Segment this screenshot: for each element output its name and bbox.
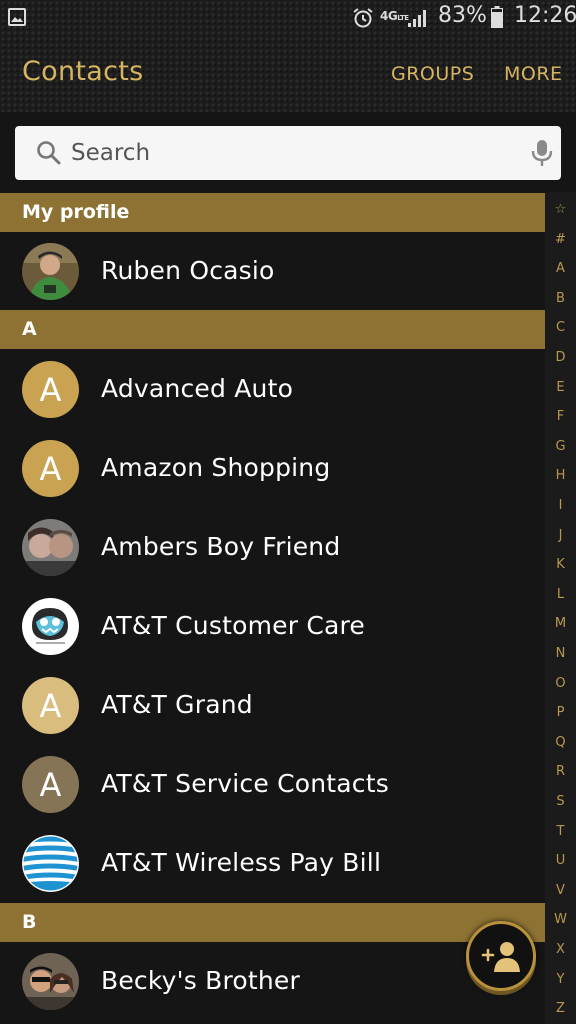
index-letter[interactable]: T <box>545 824 576 839</box>
index-letter[interactable]: G <box>545 439 576 454</box>
section-header-my-profile: My profile <box>0 193 545 232</box>
status-bar: 4GLTE 83% 12:26 <box>0 0 576 36</box>
more-button[interactable]: MORE <box>504 63 563 85</box>
index-letter[interactable]: W <box>545 912 576 927</box>
index-letter[interactable]: C <box>545 320 576 335</box>
contact-name: Amazon Shopping <box>101 453 331 482</box>
contact-row[interactable]: A AT&T Grand <box>0 666 545 744</box>
alphabet-index-bar[interactable]: ☆ # A B C D E F G H I J K L M N O P Q R S T U V W X Y Z <box>545 192 576 1024</box>
index-letter[interactable]: X <box>545 942 576 957</box>
avatar <box>22 598 79 655</box>
search-bar[interactable] <box>15 126 561 180</box>
alarm-icon <box>353 8 373 28</box>
app-header: 4GLTE 83% 12:26 Contacts GROUPS MORE <box>0 0 576 112</box>
index-letter[interactable]: M <box>545 616 576 631</box>
contact-row[interactable]: Ruben Ocasio <box>0 232 545 310</box>
contact-name: AT&T Service Contacts <box>101 769 389 798</box>
index-letter[interactable]: Y <box>545 972 576 987</box>
section-header-b: B <box>0 903 545 942</box>
avatar <box>22 519 79 576</box>
section-header-a: A <box>0 310 545 349</box>
add-contact-button[interactable] <box>466 921 536 991</box>
index-letter[interactable]: B <box>545 291 576 306</box>
globe-avatar <box>22 835 79 892</box>
index-letter[interactable]: ☆ <box>545 202 576 217</box>
index-letter[interactable]: S <box>545 794 576 809</box>
index-letter[interactable]: U <box>545 853 576 868</box>
contact-name: AT&T Customer Care <box>101 611 366 640</box>
search-icon <box>37 141 61 165</box>
index-letter[interactable]: Q <box>545 735 576 750</box>
microphone-icon[interactable] <box>529 138 555 168</box>
index-letter[interactable]: D <box>545 350 576 365</box>
contact-row[interactable]: Ambers Boy Friend <box>0 508 545 586</box>
contact-name: Ruben Ocasio <box>101 256 275 285</box>
contact-row[interactable]: A Advanced Auto <box>0 350 545 428</box>
contact-row[interactable]: Becky's Brother <box>0 942 545 1020</box>
gallery-icon <box>8 8 26 26</box>
contact-name: AT&T Grand <box>101 690 253 719</box>
battery-percentage: 83% <box>438 3 487 28</box>
battery-icon <box>491 6 503 28</box>
index-letter[interactable]: A <box>545 261 576 276</box>
page-title: Contacts <box>22 56 144 87</box>
contact-name: AT&T Wireless Pay Bill <box>101 848 382 877</box>
clock: 12:26 <box>514 3 576 28</box>
index-letter[interactable]: N <box>545 646 576 661</box>
groups-button[interactable]: GROUPS <box>391 63 474 85</box>
index-letter[interactable]: I <box>545 498 576 513</box>
contact-name: Becky's Brother <box>101 966 300 995</box>
search-input[interactable] <box>71 135 501 171</box>
network-type: 4GLTE <box>380 9 409 23</box>
contact-row[interactable]: AT&T Wireless Pay Bill <box>0 824 545 902</box>
avatar: A <box>22 756 79 813</box>
contact-row[interactable]: A Amazon Shopping <box>0 429 545 507</box>
contact-row[interactable]: AT&T Customer Care <box>0 587 545 665</box>
index-letter[interactable]: # <box>545 232 576 247</box>
avatar: A <box>22 361 79 418</box>
index-letter[interactable]: H <box>545 468 576 483</box>
add-contact-icon <box>481 942 520 972</box>
contact-name: Ambers Boy Friend <box>101 532 341 561</box>
index-letter[interactable]: E <box>545 380 576 395</box>
signal-icon <box>408 10 426 27</box>
index-letter[interactable]: P <box>545 705 576 720</box>
contact-row[interactable]: A AT&T Service Contacts <box>0 745 545 823</box>
avatar <box>22 243 79 300</box>
avatar <box>22 953 79 1010</box>
index-letter[interactable]: L <box>545 587 576 602</box>
index-letter[interactable]: R <box>545 764 576 779</box>
index-letter[interactable]: K <box>545 557 576 572</box>
avatar: A <box>22 677 79 734</box>
index-letter[interactable]: V <box>545 883 576 898</box>
index-letter[interactable]: F <box>545 409 576 424</box>
index-letter[interactable]: O <box>545 676 576 691</box>
index-letter[interactable]: J <box>545 528 576 543</box>
avatar: A <box>22 440 79 497</box>
contact-name: Advanced Auto <box>101 374 294 403</box>
index-letter[interactable]: Z <box>545 1001 576 1016</box>
